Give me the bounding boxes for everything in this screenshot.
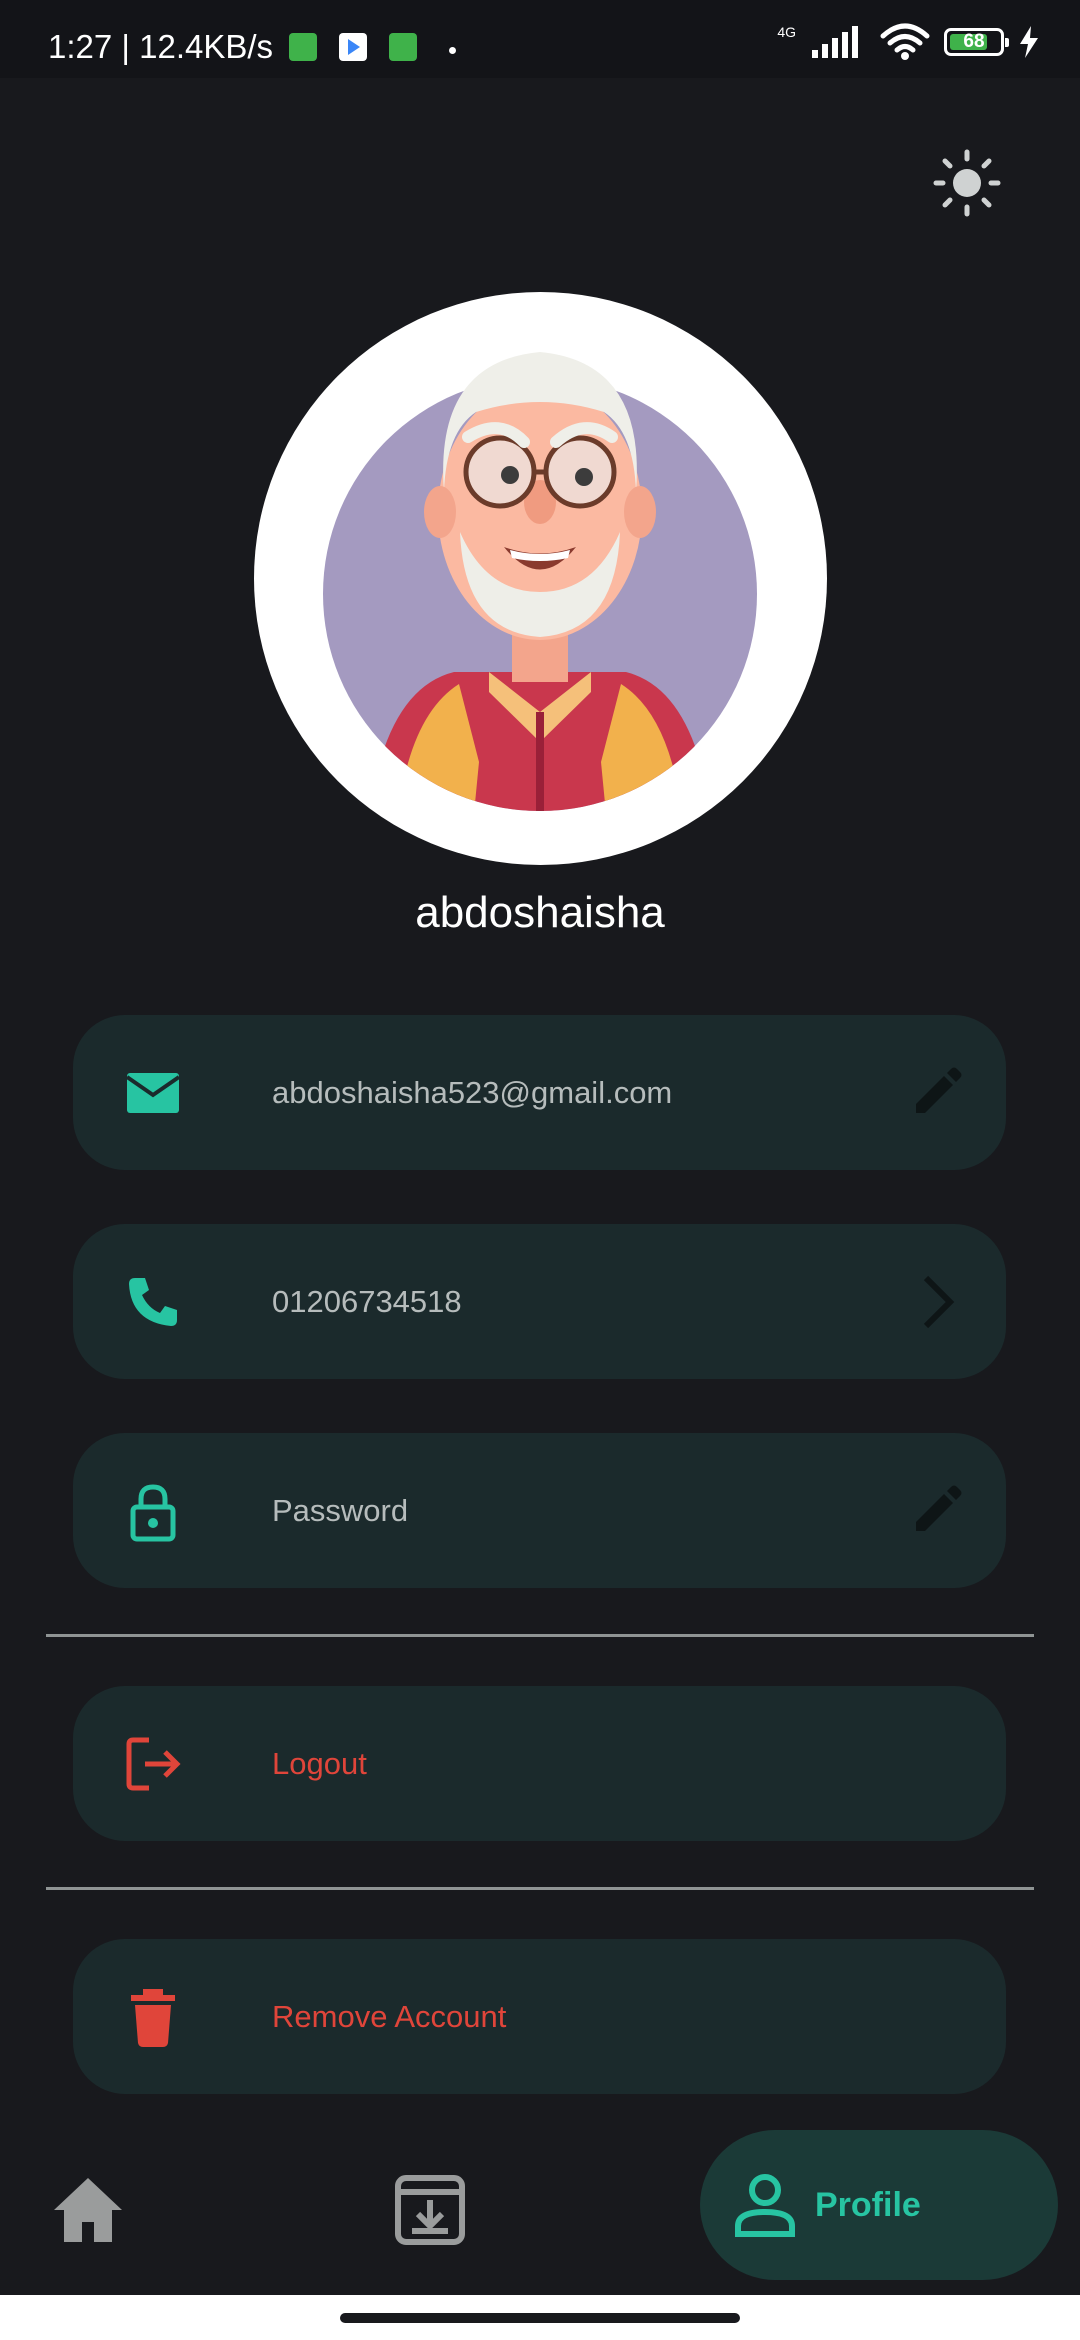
signal-icon — [812, 26, 858, 58]
mail-icon — [125, 1073, 181, 1113]
trash-icon — [131, 1989, 175, 2047]
bottom-navigation: Profile — [0, 2120, 1080, 2295]
remove-account-label: Remove Account — [272, 1999, 507, 2034]
wifi-icon — [880, 23, 930, 60]
charging-icon — [1020, 26, 1038, 58]
home-indicator[interactable] — [340, 2313, 740, 2323]
play-store-icon — [339, 33, 367, 61]
password-label: Password — [272, 1493, 409, 1528]
avatar[interactable] — [254, 292, 827, 865]
logout-label: Logout — [272, 1746, 367, 1781]
password-card[interactable]: Password — [73, 1433, 1006, 1588]
email-value: abdoshaisha523@gmail.com — [272, 1075, 673, 1110]
profile-username: abdoshaisha — [415, 888, 665, 937]
nav-profile-tab[interactable]: Profile — [700, 2130, 1058, 2280]
phone-card[interactable]: 01206734518 — [73, 1224, 1006, 1379]
battery-icon: 68 — [944, 28, 1009, 56]
android-app-icon — [389, 33, 417, 61]
battery-level: 68 — [963, 31, 985, 52]
lock-icon — [130, 1484, 176, 1542]
email-card[interactable]: abdoshaisha523@gmail.com — [73, 1015, 1006, 1170]
phone-value: 01206734518 — [272, 1284, 462, 1319]
status-right: 4G 68 — [777, 22, 1040, 62]
more-notifications-dot — [449, 47, 456, 54]
chevron-right-icon[interactable] — [906, 1272, 966, 1332]
theme-toggle-button[interactable] — [932, 148, 1002, 218]
home-icon[interactable] — [48, 2170, 128, 2250]
remove-account-button[interactable]: Remove Account — [73, 1939, 1006, 2094]
archive-icon[interactable] — [390, 2170, 470, 2250]
status-time-speed: 1:27 | 12.4KB/s — [48, 28, 274, 65]
android-app-icon — [289, 33, 317, 61]
logout-icon — [126, 1737, 181, 1791]
divider — [46, 1887, 1034, 1890]
divider — [46, 1634, 1034, 1637]
nav-profile-label: Profile — [815, 2186, 921, 2224]
network-type: 4G — [777, 24, 796, 40]
phone-icon — [129, 1278, 177, 1326]
person-icon — [735, 2174, 795, 2237]
edit-email-pencil-icon[interactable] — [906, 1063, 966, 1123]
logout-button[interactable]: Logout — [73, 1686, 1006, 1841]
sun-icon — [933, 149, 1001, 217]
edit-password-pencil-icon[interactable] — [906, 1481, 966, 1541]
status-bar: 1:27 | 12.4KB/s 4G 68 — [0, 0, 1080, 78]
avatar-old-man-illustration — [323, 352, 757, 811]
